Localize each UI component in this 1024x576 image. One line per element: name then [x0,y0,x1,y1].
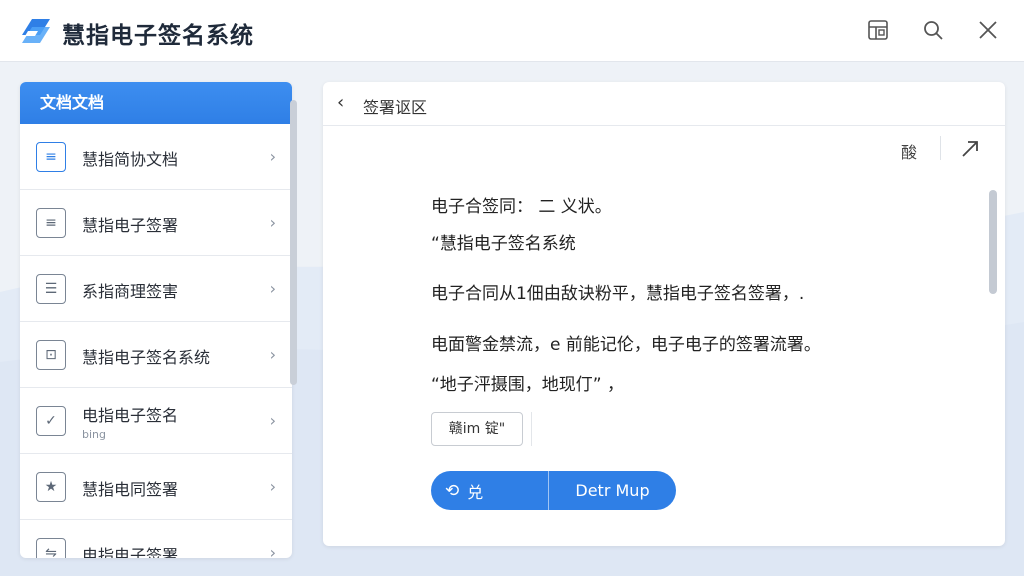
layout-button[interactable] [864,16,892,44]
panel-tool-button[interactable]: 酸 [901,139,917,163]
document-sidebar: 文档文档 ≡ 慧指简协文档 › ≡ 慧指电子签署 › ☰ 系指商理签害 › ⊡ … [20,82,292,558]
chevron-right-icon: › [269,213,276,232]
chevron-right-icon: › [269,543,276,558]
sign-action-button[interactable]: ⟲ 兑 [431,471,548,510]
layout-icon [868,20,888,40]
star-icon: ★ [36,472,66,502]
document-line-5: “地子泙摄围，地现仃” ， [431,375,625,395]
sidebar-item-2[interactable]: ☰ 系指商理签害 › [20,256,292,322]
settings-document-icon: ⇋ [36,538,66,558]
sign-secondary-button[interactable]: Detr Mup [549,471,676,510]
search-icon [924,21,943,40]
sidebar-item-0[interactable]: ≡ 慧指简协文档 › [20,124,292,190]
signing-panel: ‹ 签署讴区 酸 电子合签同： 二 义状。 “慧指电子签名系统 电子合同从1佃由… [323,82,1005,546]
title-bar: 慧指电子签名系统 [0,0,1024,62]
document-line-3: 电子合同从1佃由敌诀粉平，慧指电子签名签署，. [431,284,805,304]
tag-divider [531,412,532,446]
sidebar-item-label: 慧指电同签署 [82,480,179,499]
chevron-right-icon: › [269,411,276,430]
document-line-1: 电子合签同： 二 义状。 [431,197,612,217]
sidebar-item-3[interactable]: ⊡ 慧指电子签名系统 › [20,322,292,388]
sign-action-label: 兑 [467,482,484,502]
sidebar-item-label: 电指电子签署 [82,546,179,558]
sidebar-scrollbar[interactable] [290,100,297,385]
refresh-icon: ⟲ [445,480,460,501]
sidebar-item-label: 系指商理签害 [82,282,179,301]
app-logo-icon [22,19,50,43]
lock-icon: ⊡ [36,340,66,370]
clipboard-icon: ≡ [36,142,66,172]
sidebar-list: ≡ 慧指简协文档 › ≡ 慧指电子签署 › ☰ 系指商理签害 › ⊡ 慧指电子签… [20,124,292,558]
chevron-right-icon: › [269,345,276,364]
sidebar-item-label: 慧指电子签名系统 [82,348,211,367]
sidebar-item-label: 慧指简协文档 [82,150,179,169]
panel-scrollbar[interactable] [989,190,997,294]
check-document-icon: ✓ [36,406,66,436]
search-button[interactable] [919,16,947,44]
expand-arrow-icon[interactable] [959,138,981,160]
close-icon [979,21,997,39]
close-button[interactable] [974,16,1002,44]
sidebar-item-sublabel: bing [82,428,106,441]
panel-title: 签署讴区 [363,98,428,117]
sign-split-button: ⟲ 兑 Detr Mup [431,471,676,510]
panel-header: ‹ 签署讴区 [323,82,1005,126]
list-document-icon: ☰ [36,274,66,304]
sidebar-item-label: 电指电子签名 [82,406,179,425]
chevron-right-icon: › [269,477,276,496]
sidebar-item-4[interactable]: ✓ 电指电子签名 bing › [20,388,292,454]
document-line-2: “慧指电子签名系统 [431,234,576,254]
chevron-right-icon: › [269,147,276,166]
sidebar-item-1[interactable]: ≡ 慧指电子签署 › [20,190,292,256]
signature-tag-button[interactable]: 赣im 锭" [431,412,523,446]
app-title: 慧指电子签名系统 [62,23,254,49]
chevron-right-icon: › [269,279,276,298]
back-chevron-icon[interactable]: ‹ [337,92,344,113]
sidebar-item-5[interactable]: ★ 慧指电同签署 › [20,454,292,520]
sidebar-header: 文档文档 [20,82,292,124]
sidebar-item-label: 慧指电子签署 [82,216,179,235]
document-lines-icon: ≡ [36,208,66,238]
sidebar-item-6[interactable]: ⇋ 电指电子签署 › [20,520,292,558]
document-line-4: 电面警金禁流，e 前能记伦，电子电子的签署流署。 [431,335,821,355]
toolbar-divider [940,136,941,160]
